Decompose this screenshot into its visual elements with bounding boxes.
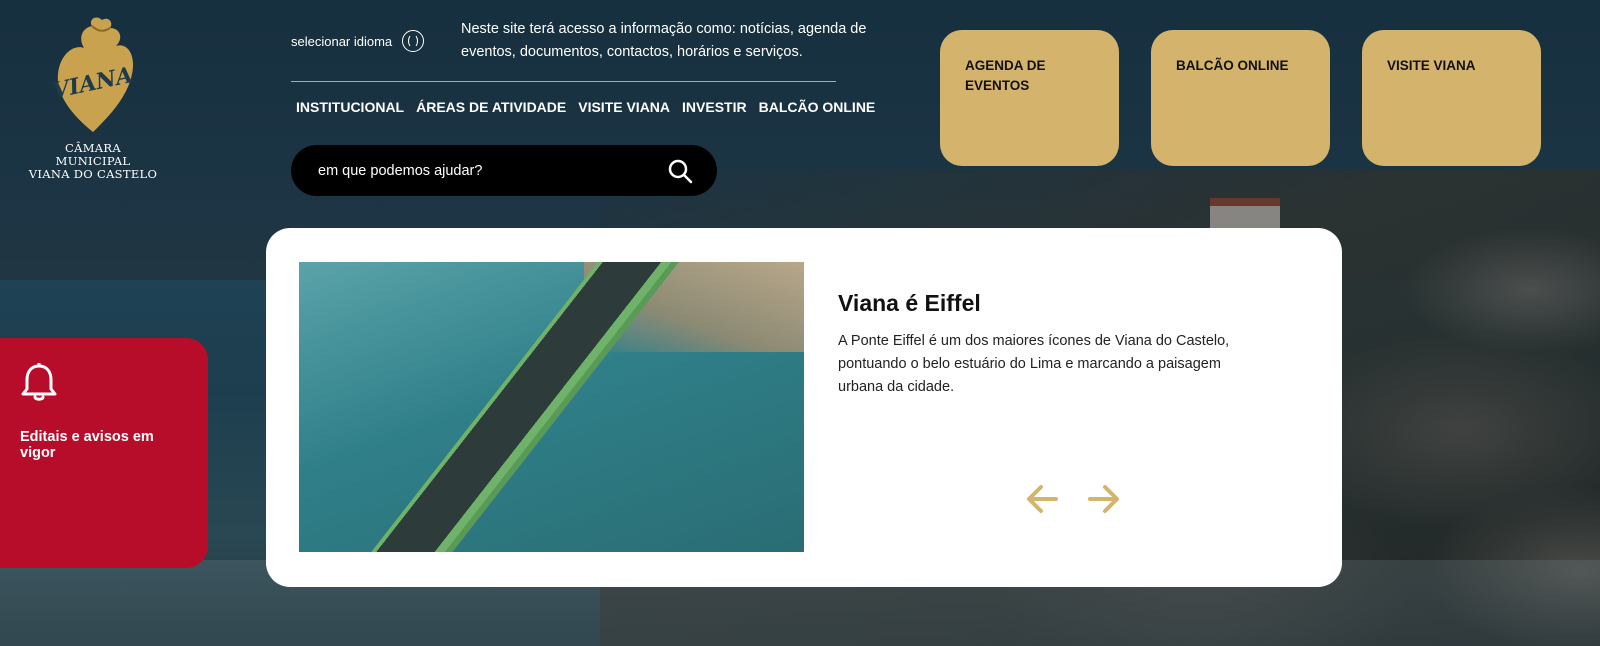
tile-balcao-online[interactable]: BALCÃO ONLINE <box>1151 30 1330 166</box>
tile-visite-viana[interactable]: VISITE VIANA <box>1362 30 1541 166</box>
featured-carousel: Viana é Eiffel A Ponte Eiffel é um dos m… <box>266 228 1342 587</box>
language-label: selecionar idioma <box>291 33 393 49</box>
municipality-name: CÂMARA MUNICIPAL VIANA DO CASTELO <box>28 141 158 181</box>
tile-label: VISITE VIANA <box>1387 58 1476 73</box>
tile-label: AGENDA DE EVENTOS <box>965 58 1046 93</box>
logo[interactable]: VIANA CÂMARA MUNICIPAL VIANA DO CASTELO <box>28 14 158 181</box>
language-selector[interactable]: selecionar idioma <box>291 30 425 52</box>
arrow-right-icon <box>1088 485 1119 513</box>
main-navigation: INSTITUCIONAL ÁREAS DE ATIVIDADE VISITE … <box>296 99 875 115</box>
tile-agenda-de-eventos[interactable]: AGENDA DE EVENTOS <box>940 30 1119 166</box>
carousel-title: Viana é Eiffel <box>838 290 981 316</box>
nav-institucional[interactable]: INSTITUCIONAL <box>296 99 404 115</box>
header-divider <box>291 81 836 82</box>
arrow-left-icon <box>1027 485 1058 513</box>
carousel-next-button[interactable] <box>1088 484 1120 519</box>
bell-icon <box>21 363 57 401</box>
nav-visite-viana[interactable]: VISITE VIANA <box>578 99 670 115</box>
alerts-panel[interactable]: Editais e avisos em vigor <box>0 338 208 568</box>
carousel-prev-button[interactable] <box>1026 484 1058 519</box>
carousel-image-eiffel-bridge <box>299 262 804 552</box>
nav-investir[interactable]: INVESTIR <box>682 99 747 115</box>
search-button[interactable] <box>655 146 705 196</box>
globe-icon <box>402 30 425 52</box>
search-icon <box>668 159 693 183</box>
nav-areas-de-atividade[interactable]: ÁREAS DE ATIVIDADE <box>416 99 566 115</box>
search-bar <box>291 145 717 196</box>
carousel-description: A Ponte Eiffel é um dos maiores ícones d… <box>838 333 1230 395</box>
tile-label: BALCÃO ONLINE <box>1176 58 1289 73</box>
intro-text: Neste site terá acesso a informação como… <box>461 21 867 60</box>
search-input[interactable] <box>316 161 655 180</box>
nav-balcao-online[interactable]: BALCÃO ONLINE <box>759 99 876 115</box>
viana-heart-logo-icon: VIANA <box>50 17 135 133</box>
carousel-controls <box>1026 484 1120 519</box>
alerts-label: Editais e avisos em vigor <box>20 429 154 461</box>
